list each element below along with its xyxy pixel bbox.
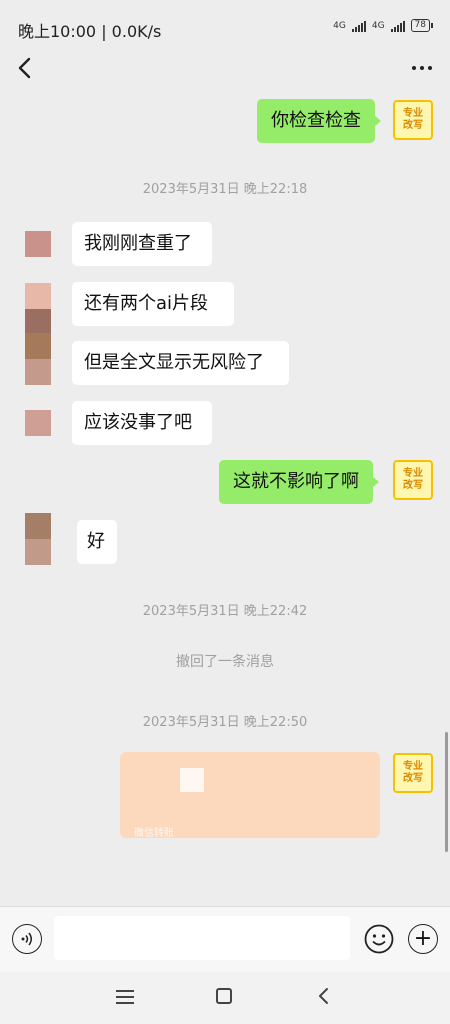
message-bubble-other[interactable]: 我刚刚查重了 [72, 222, 212, 266]
self-avatar[interactable]: 专业 改写 [393, 100, 433, 140]
contact-avatar [25, 539, 51, 565]
transfer-card-label: 微信转账 [134, 828, 174, 839]
network-label-2: 4G [371, 20, 385, 31]
status-indicators: 4G 4G 78 [333, 19, 434, 32]
message-bubble-other[interactable]: 好 [77, 520, 117, 564]
more-dots-icon [412, 66, 416, 70]
nav-back-button[interactable] [314, 986, 334, 1006]
transfer-icon [180, 768, 204, 792]
chevron-left-icon [18, 57, 31, 79]
menu-icon[interactable] [116, 990, 134, 1004]
message-input[interactable] [54, 916, 350, 960]
message-bubble-self[interactable]: 这就不影响了啊 [219, 460, 379, 504]
contact-avatar[interactable] [25, 410, 51, 436]
message-bubble-other[interactable]: 应该没事了吧 [72, 401, 212, 445]
contact-avatar [25, 309, 51, 335]
contact-avatar[interactable] [25, 513, 51, 539]
nav-back-icon [319, 988, 328, 1004]
battery-icon: 78 [410, 19, 434, 32]
self-avatar[interactable]: 专业 改写 [393, 460, 433, 500]
home-icon[interactable] [216, 988, 232, 1004]
network-label-1: 4G [333, 20, 346, 31]
recall-notice: 撤回了一条消息 [176, 654, 274, 670]
timestamp: 2023年5月31日 晚上22:18 [142, 182, 308, 197]
plus-icon: + [413, 926, 433, 951]
timestamp: 2023年5月31日 晚上22:50 [142, 715, 308, 730]
contact-avatar [25, 333, 51, 359]
voice-button[interactable] [12, 924, 42, 954]
timestamp: 2023年5月31日 晚上22:42 [142, 604, 308, 619]
message-bubble-self[interactable]: 你检查检查 [257, 99, 381, 143]
signal-icon [390, 20, 405, 32]
status-time: 晚上10:00 | 0.0K/s [18, 22, 162, 41]
self-avatar[interactable]: 专业 改写 [393, 753, 433, 793]
back-button[interactable] [14, 56, 36, 80]
message-bubble-other[interactable]: 还有两个ai片段 [72, 282, 234, 326]
contact-avatar[interactable] [25, 283, 51, 309]
message-bubble-other[interactable]: 但是全文显示无风险了 [72, 341, 289, 385]
emoji-icon [364, 924, 394, 954]
more-button[interactable] [406, 62, 432, 74]
contact-avatar[interactable] [25, 231, 51, 257]
emoji-button[interactable] [364, 924, 394, 954]
voice-icon [21, 932, 32, 946]
contact-avatar [25, 359, 51, 385]
signal-icon [351, 20, 366, 32]
plus-button[interactable]: + [408, 924, 438, 954]
scrollbar[interactable] [445, 732, 448, 852]
